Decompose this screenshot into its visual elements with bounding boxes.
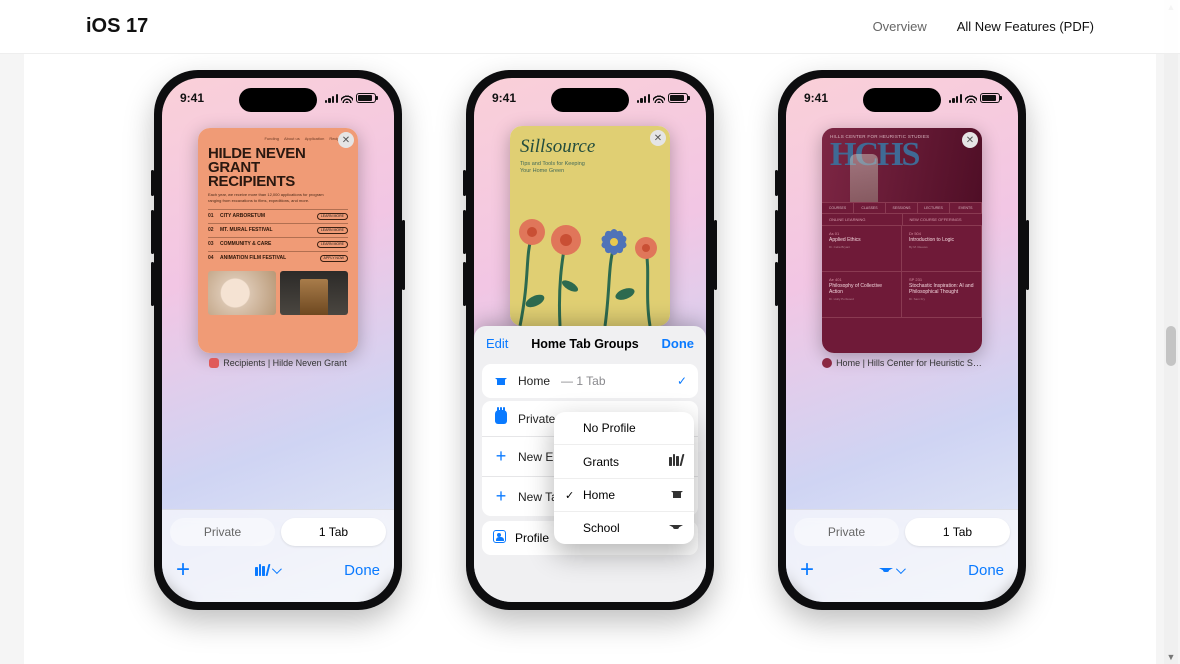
phone-3: 9:41 ✕ HILLS CENTER FOR HEURISTIC STUDIE… [778,70,1026,610]
safari-tab-card[interactable]: ✕ HILLS CENTER FOR HEURISTIC STUDIES HCH… [822,128,982,353]
battery-icon [356,93,376,103]
private-pill[interactable]: Private [170,518,275,546]
new-tab-button[interactable] [176,556,190,584]
dynamic-island [239,88,317,112]
status-time: 9:41 [804,91,828,105]
profile-popover: No Profile Grants Home School [554,412,694,544]
page-title: iOS 17 [86,15,148,38]
new-tab-button[interactable] [800,556,814,584]
plus-icon [493,446,509,467]
page-scrollbar[interactable]: ▲ ▼ [1164,0,1178,664]
nav-overview[interactable]: Overview [873,19,927,34]
safari-bottom-bar: Private 1 Tab Done [786,509,1018,602]
graduation-icon [879,565,893,575]
wifi-icon [653,94,665,103]
battery-icon [668,93,688,103]
profile-option-home[interactable]: Home [554,478,694,511]
status-time: 9:41 [180,91,204,105]
home-icon [493,373,509,389]
safari-bottom-bar: Private 1 Tab Done [162,509,394,602]
scroll-down-arrow[interactable]: ▼ [1164,650,1178,664]
tab-label: Recipients | Hilde Neven Grant [162,358,394,368]
dynamic-island [863,88,941,112]
battery-icon [980,93,1000,103]
profile-option-school[interactable]: School [554,511,694,544]
cellular-icon [325,93,338,103]
tab-count-pill[interactable]: 1 Tab [281,518,386,546]
scroll-thumb[interactable] [1166,326,1176,366]
wifi-icon [341,94,353,103]
favicon [822,358,832,368]
tab-label: Home | Hills Center for Heuristic S… [786,358,1018,368]
close-tab-button[interactable]: ✕ [962,132,978,148]
profile-option-none[interactable]: No Profile [554,412,694,444]
phone-2: 9:41 ✕ Sillsource Tips and Tools for Kee… [466,70,714,610]
books-icon [255,564,269,576]
page-header: iOS 17 Overview All New Features (PDF) [0,0,1180,54]
group-item-home[interactable]: Home — 1 Tab [482,364,698,398]
profile-icon [493,530,506,546]
wifi-icon [965,94,977,103]
hand-icon [493,410,509,427]
private-pill[interactable]: Private [794,518,899,546]
home-icon [671,488,683,502]
done-button[interactable]: Done [661,336,694,351]
header-nav: Overview All New Features (PDF) [873,19,1094,34]
profile-option-grants[interactable]: Grants [554,444,694,478]
group-list: Home — 1 Tab [482,364,698,398]
tab-preview: Funding About us Application Recipients … [198,128,358,353]
safari-tab-card[interactable]: ✕ Sillsource Tips and Tools for Keeping … [510,126,670,326]
checkmark-icon [565,489,577,502]
chevron-down-icon [896,561,903,579]
plus-icon [493,486,509,507]
done-button[interactable]: Done [968,562,1004,579]
statue-image [850,154,878,202]
close-tab-button[interactable]: ✕ [650,130,666,146]
hero-stage: 9:41 ✕ Funding About us Application Reci… [24,54,1156,664]
tab-preview: Sillsource Tips and Tools for Keeping Yo… [510,126,670,326]
checkmark-icon [677,374,687,388]
dynamic-island [551,88,629,112]
favicon [209,358,219,368]
chevron-down-icon [272,561,279,579]
profile-switcher[interactable] [255,561,279,579]
books-icon [669,454,683,469]
safari-tab-card[interactable]: ✕ Funding About us Application Recipient… [198,128,358,353]
cellular-icon [637,93,650,103]
cellular-icon [949,93,962,103]
edit-button[interactable]: Edit [486,336,508,351]
nav-features-pdf[interactable]: All New Features (PDF) [957,19,1094,34]
phone-1: 9:41 ✕ Funding About us Application Reci… [154,70,402,610]
tab-preview: HILLS CENTER FOR HEURISTIC STUDIES HCHS … [822,128,982,353]
tab-count-pill[interactable]: 1 Tab [905,518,1010,546]
close-tab-button[interactable]: ✕ [338,132,354,148]
sheet-title: Home Tab Groups [531,337,638,351]
profile-switcher[interactable] [879,561,903,579]
graduation-icon [669,521,683,535]
status-time: 9:41 [492,91,516,105]
done-button[interactable]: Done [344,562,380,579]
flower-illustration [510,206,670,326]
